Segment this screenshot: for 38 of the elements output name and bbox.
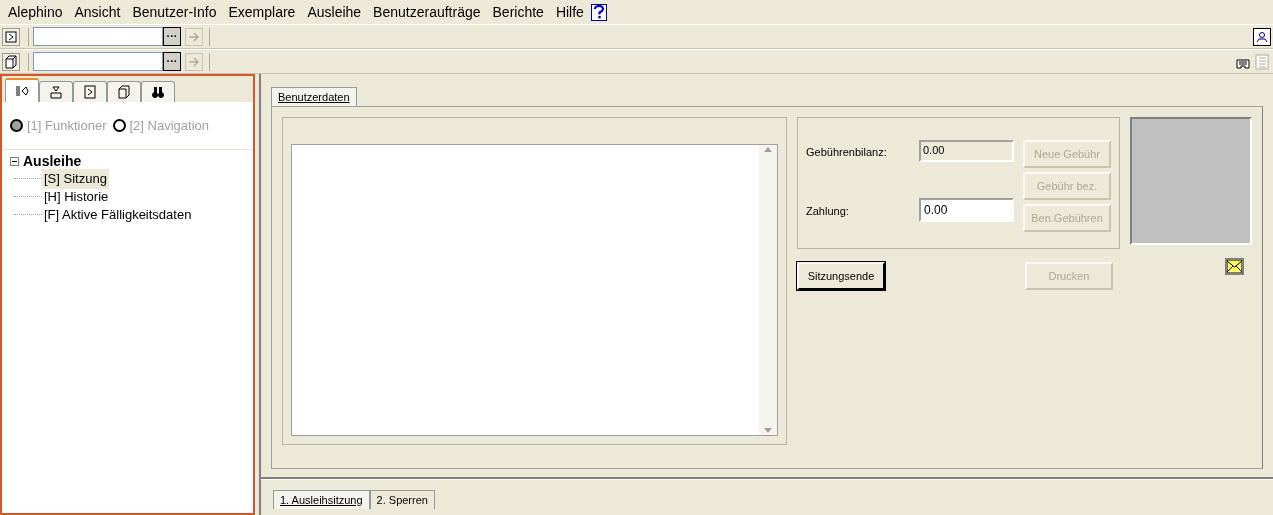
tree-item[interactable]: Ausleihe xyxy=(23,150,82,172)
menu-item[interactable]: Hilfe xyxy=(549,0,590,24)
tab[interactable]: 1. Ausleihsitzung xyxy=(273,490,370,509)
field-label: Zahlung: xyxy=(806,203,850,219)
tab[interactable]: Benutzerdaten xyxy=(271,87,357,106)
browse-button[interactable]: ··· xyxy=(163,52,181,71)
radio-label: [1] Funktioner xyxy=(27,116,107,135)
help-icon[interactable] xyxy=(590,3,607,21)
input-field[interactable]: 0.00 xyxy=(919,198,1014,222)
scroll-down-icon[interactable] xyxy=(764,428,772,433)
menu-item[interactable]: Ansicht xyxy=(68,0,127,24)
tree-item[interactable]: [F] Aktive Fälligkeitsdaten xyxy=(42,205,194,225)
radio-label: [2] Navigation xyxy=(129,116,209,135)
menu-item[interactable]: Exemplare xyxy=(222,0,302,24)
tree-item[interactable]: [H] Historie xyxy=(42,187,111,207)
menu-item[interactable]: Ausleihe xyxy=(301,0,368,24)
tree-item[interactable]: [S] Sitzung xyxy=(42,169,109,189)
scroll-up-icon[interactable] xyxy=(764,147,772,152)
browse-button[interactable]: ··· xyxy=(163,27,181,46)
input-field[interactable] xyxy=(33,27,163,46)
book-icon xyxy=(117,85,131,99)
button[interactable]: Sitzungsende xyxy=(797,262,885,290)
side-tab[interactable] xyxy=(141,81,175,102)
field-label: Gebührenbilanz: xyxy=(806,145,888,160)
mail-icon[interactable] xyxy=(1225,258,1244,275)
tab[interactable]: 2. Sperren xyxy=(369,490,435,509)
inbox-icon xyxy=(49,85,63,99)
menu-item[interactable]: Benutzeraufträge xyxy=(367,0,487,24)
user-icon[interactable] xyxy=(1253,27,1271,46)
readonly-field: 0.00 xyxy=(919,140,1014,162)
menu-item[interactable]: Alephino xyxy=(2,0,69,24)
binoculars-icon xyxy=(151,85,165,99)
collapse-icon[interactable] xyxy=(10,156,19,166)
input-field[interactable] xyxy=(33,52,163,71)
scrollbar[interactable] xyxy=(759,145,777,435)
book-icon[interactable] xyxy=(2,52,20,71)
menu-item[interactable]: Benutzer-Info xyxy=(126,0,223,24)
menu-item[interactable]: Berichte xyxy=(486,0,550,24)
